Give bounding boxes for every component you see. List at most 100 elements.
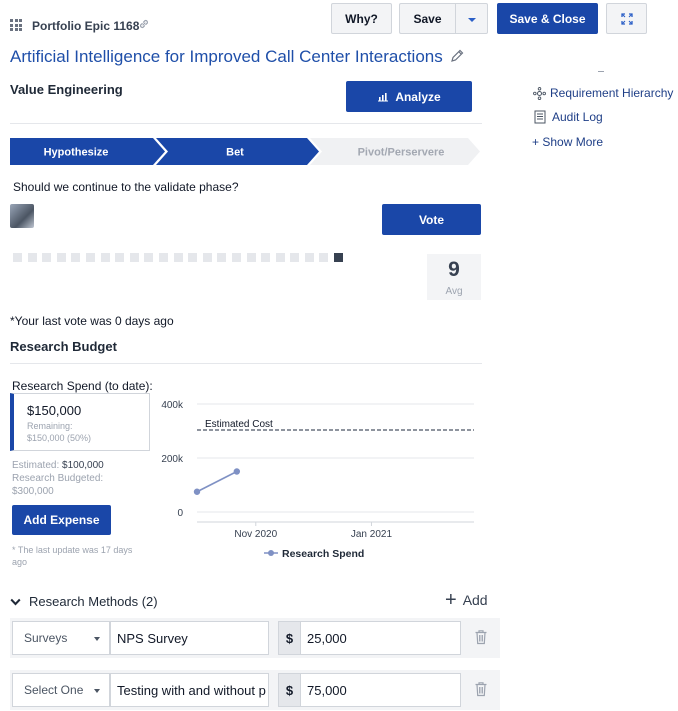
method-name-input[interactable]: Testing with and without p <box>110 673 269 707</box>
estimated-cost-label: Estimated Cost <box>205 419 273 430</box>
vote-scale-dot[interactable] <box>13 253 22 262</box>
method-name-input[interactable]: NPS Survey <box>110 621 269 655</box>
trash-icon[interactable] <box>474 681 488 697</box>
last-vote-note: *Your last vote was 0 days ago <box>10 314 174 328</box>
vote-scale-dot[interactable] <box>100 253 110 262</box>
vote-scale-dot[interactable] <box>246 253 256 262</box>
x-tick-label: Jan 2021 <box>351 529 393 540</box>
legend-marker <box>268 550 274 556</box>
vote-scale-dot[interactable] <box>42 253 52 262</box>
vote-scale-dot[interactable] <box>290 253 300 262</box>
method-amount-input[interactable]: $ 25,000 <box>278 621 461 655</box>
research-spend-point <box>193 488 201 495</box>
expand-icon <box>620 12 633 25</box>
vote-scale-dot[interactable] <box>217 253 227 262</box>
vote-scale-dot[interactable] <box>231 253 241 262</box>
spend-amount: $150,000 <box>27 403 82 418</box>
vote-scale-dot[interactable] <box>202 253 212 262</box>
method-name-value: NPS Survey <box>117 630 188 646</box>
vote-scale-dot[interactable] <box>144 253 154 262</box>
sidebar-item-requirement-hierarchy[interactable]: Requirement Hierarchy <box>533 86 673 100</box>
method-amount-input[interactable]: $ 75,000 <box>278 673 461 707</box>
vote-scale-dot[interactable] <box>275 253 285 262</box>
trash-icon[interactable] <box>474 629 488 645</box>
divider <box>598 71 604 72</box>
add-label: Add <box>462 592 488 608</box>
add-research-method-button[interactable]: + Add <box>445 589 488 611</box>
average-label: Avg <box>445 286 463 297</box>
expand-button[interactable] <box>606 3 647 34</box>
vote-scale-dot[interactable] <box>56 253 66 262</box>
vote-button[interactable]: Vote <box>382 204 481 235</box>
average-value: 9 <box>448 258 460 281</box>
stage-label-bet: Bet <box>226 147 244 159</box>
method-amount-value: 25,000 <box>307 630 347 646</box>
chevron-down-icon <box>10 598 21 605</box>
research-spend-point <box>233 468 241 475</box>
method-type-select[interactable]: Surveys <box>12 621 110 655</box>
divider <box>10 123 482 124</box>
vote-scale-dot[interactable] <box>188 253 198 262</box>
method-name-value: Testing with and without p <box>117 682 266 698</box>
y-tick-label: 200k <box>161 454 184 465</box>
pencil-icon[interactable] <box>449 48 465 64</box>
chart-icon <box>378 92 389 101</box>
sidebar-item-label: + Show More <box>532 135 604 149</box>
vote-scale <box>13 253 344 262</box>
x-tick-label: Nov 2020 <box>234 529 277 540</box>
divider <box>10 363 482 364</box>
method-type-select[interactable]: Select One <box>12 673 110 707</box>
vote-scale-dot[interactable] <box>71 253 81 262</box>
vote-scale-dot[interactable] <box>85 253 95 262</box>
plus-icon: + <box>445 589 457 611</box>
average-score: 9 Avg <box>427 254 481 300</box>
why-button[interactable]: Why? <box>331 3 392 34</box>
vote-scale-dot[interactable] <box>27 253 37 262</box>
research-spend-chart: Estimated Cost 400k 200k 0 Nov 2020 Jan 2021… <box>161 400 474 560</box>
vote-scale-dot[interactable] <box>158 253 168 262</box>
remaining-value: $150,000 (50%) <box>27 433 92 443</box>
method-type-value: Surveys <box>24 631 68 645</box>
vote-scale-dot[interactable] <box>115 253 125 262</box>
vote-scale-dot[interactable] <box>173 253 183 262</box>
budgeted-label: Research Budgeted: <box>12 473 104 484</box>
value-engineering-heading: Value Engineering <box>10 82 123 97</box>
legend-label: Research Spend <box>282 548 364 560</box>
page-title: Artificial Intelligence for Improved Cal… <box>10 47 443 66</box>
currency-label: $ <box>279 674 301 706</box>
vote-scale-dot[interactable] <box>261 253 271 262</box>
epic-type-icon <box>10 19 22 31</box>
research-budget-heading: Research Budget <box>10 339 117 354</box>
vote-scale-dot[interactable] <box>304 253 314 262</box>
analyze-label: Analyze <box>395 89 441 104</box>
spend-label: Research Spend (to date): <box>12 379 153 393</box>
sidebar-item-audit-log[interactable]: Audit Log <box>534 110 603 124</box>
research-spend-line <box>196 470 238 493</box>
add-expense-button[interactable]: Add Expense <box>12 505 111 535</box>
research-methods-toggle[interactable]: Research Methods (2) <box>10 594 158 609</box>
save-close-button[interactable]: Save & Close <box>497 3 598 34</box>
y-tick-label: 0 <box>177 508 183 519</box>
research-methods-heading: Research Methods (2) <box>29 594 158 609</box>
budgeted-value: $300,000 <box>12 486 54 497</box>
y-tick-label: 400k <box>161 400 184 411</box>
remaining-label: Remaining: <box>27 421 73 431</box>
stage-label-hypothesize: Hypothesize <box>44 147 109 159</box>
vote-scale-dot[interactable] <box>319 253 329 262</box>
save-options-dropdown[interactable] <box>455 3 488 34</box>
show-more-link[interactable]: + Show More <box>532 135 603 149</box>
link-icon[interactable] <box>138 18 150 30</box>
estimated-label: Estimated: <box>12 460 60 471</box>
document-icon <box>534 110 546 124</box>
sidebar-item-label: Requirement Hierarchy <box>550 86 674 100</box>
last-update-note: * The last update was 17 days ago <box>12 545 133 567</box>
vote-question: Should we continue to the validate phase… <box>13 180 239 194</box>
save-button[interactable]: Save <box>399 3 455 34</box>
vote-scale-dot[interactable] <box>129 253 139 262</box>
method-type-value: Select One <box>24 683 84 697</box>
sidebar-item-label: Audit Log <box>552 110 603 124</box>
vote-scale-dot[interactable] <box>334 253 344 262</box>
stage-progress: Hypothesize Bet Pivot/Perservere <box>10 138 480 165</box>
hierarchy-icon <box>533 86 546 100</box>
analyze-button[interactable]: Analyze <box>346 81 472 112</box>
